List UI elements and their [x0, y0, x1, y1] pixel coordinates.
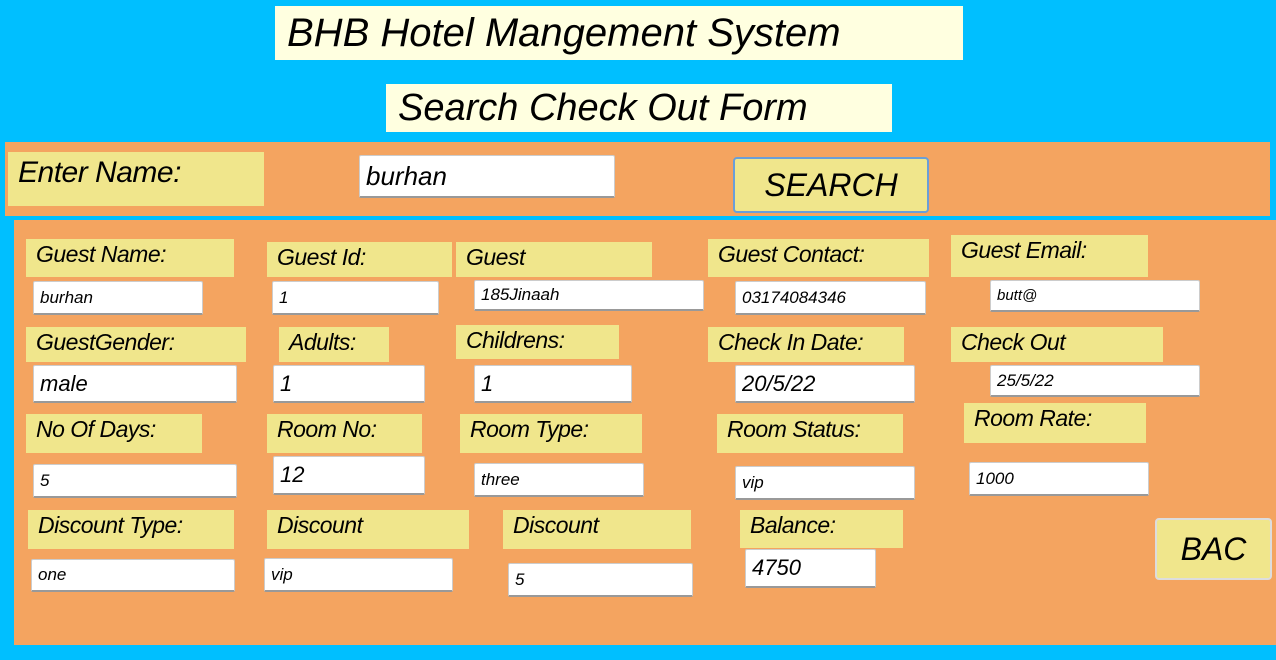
check-out-label: Check Out: [951, 327, 1163, 362]
guest-contact-input[interactable]: 03174084346: [735, 281, 926, 315]
no-of-days-input[interactable]: 5: [33, 464, 237, 498]
guest-name-label: Guest Name:: [26, 239, 234, 277]
guest-id-label: Guest Id:: [267, 242, 452, 277]
check-out-input[interactable]: 25/5/22: [990, 365, 1200, 397]
guest-address-input[interactable]: 185Jinaah: [474, 280, 704, 311]
app-title: BHB Hotel Mangement System: [275, 6, 963, 60]
room-no-label: Room No:: [267, 414, 422, 453]
discount-amount-label: Discount: [503, 510, 691, 549]
guest-gender-label: GuestGender:: [26, 327, 246, 362]
discount-amount-input[interactable]: 5: [508, 563, 693, 597]
guest-id-input[interactable]: 1: [272, 281, 439, 315]
guest-address-label: Guest: [456, 242, 652, 277]
guest-contact-label: Guest Contact:: [708, 239, 929, 277]
discount-type-label: Discount Type:: [28, 510, 234, 549]
form-title: Search Check Out Form: [386, 84, 892, 132]
search-name-input[interactable]: burhan: [359, 155, 615, 198]
room-status-input[interactable]: vip: [735, 466, 915, 500]
discount-input[interactable]: vip: [264, 558, 453, 592]
check-in-date-label: Check In Date:: [708, 327, 904, 362]
discount-type-input[interactable]: one: [31, 559, 235, 592]
back-button[interactable]: BAC: [1155, 518, 1272, 580]
room-no-input[interactable]: 12: [273, 456, 425, 495]
room-type-input[interactable]: three: [474, 463, 644, 497]
balance-input[interactable]: 4750: [745, 549, 876, 588]
enter-name-label: Enter Name:: [8, 152, 264, 206]
guest-name-input[interactable]: burhan: [33, 281, 203, 315]
check-in-date-input[interactable]: 20/5/22: [735, 365, 915, 403]
no-of-days-label: No Of Days:: [26, 414, 202, 453]
search-button[interactable]: SEARCH: [733, 157, 929, 213]
room-status-label: Room Status:: [717, 414, 903, 453]
adults-input[interactable]: 1: [273, 365, 425, 403]
room-type-label: Room Type:: [460, 414, 642, 453]
childrens-label: Childrens:: [456, 325, 619, 359]
room-rate-label: Room Rate:: [964, 403, 1146, 443]
childrens-input[interactable]: 1: [474, 365, 632, 403]
guest-email-input[interactable]: butt@: [990, 280, 1200, 312]
discount-label: Discount: [267, 510, 469, 549]
guest-email-label: Guest Email:: [951, 235, 1148, 277]
adults-label: Adults:: [279, 327, 389, 362]
balance-label: Balance:: [740, 510, 903, 548]
guest-gender-input[interactable]: male: [33, 365, 237, 403]
room-rate-input[interactable]: 1000: [969, 462, 1149, 496]
